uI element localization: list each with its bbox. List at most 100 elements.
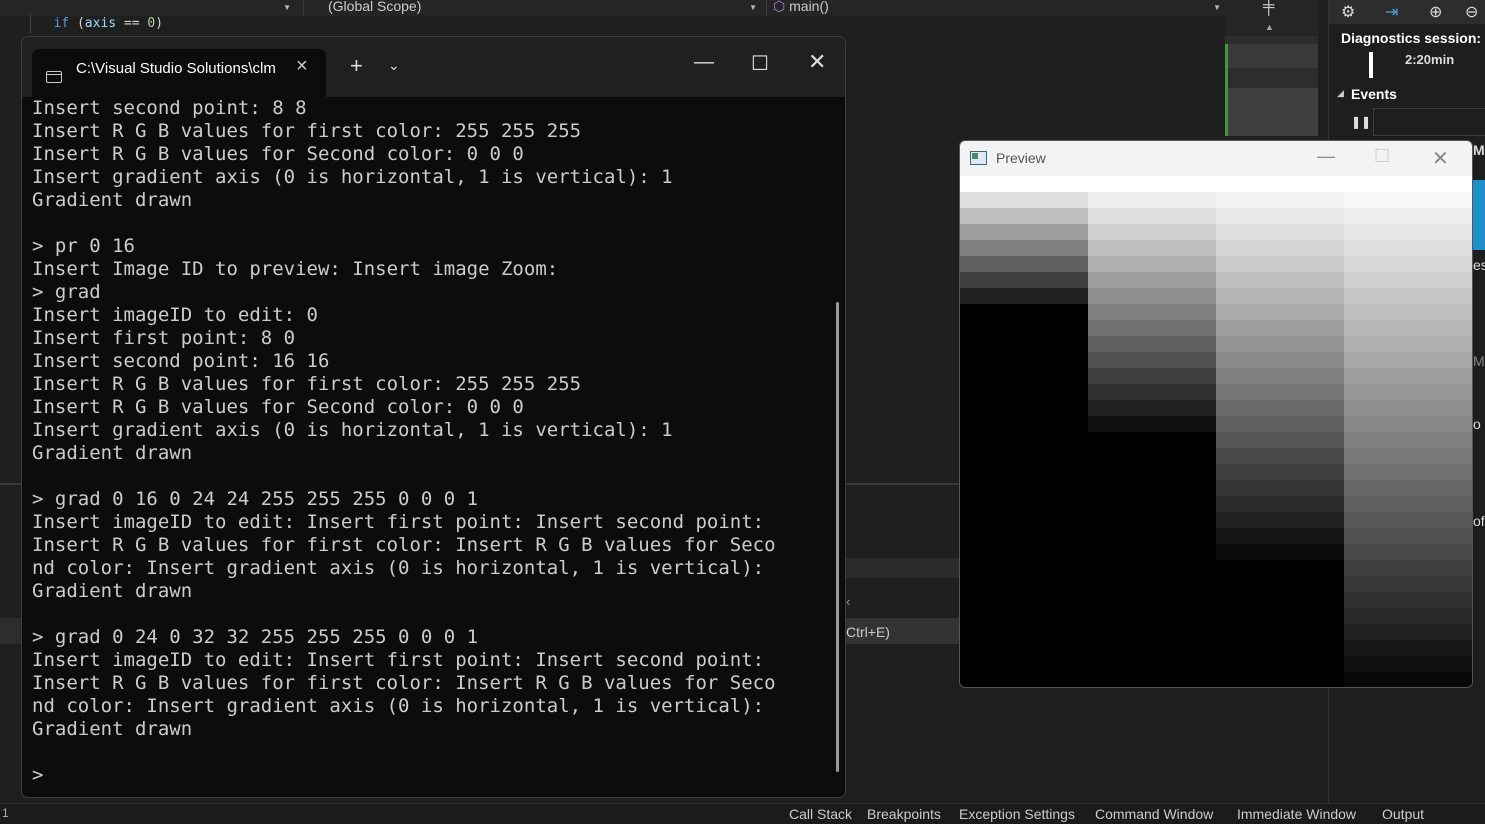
gradient-row: [1088, 368, 1216, 384]
minimize-button[interactable]: —: [1317, 146, 1335, 167]
terminal-line: >: [32, 764, 44, 786]
gradient-row: [1344, 352, 1472, 368]
gradient-row: [1216, 304, 1344, 320]
preview-title: Preview: [996, 150, 1046, 166]
gradient-row: [1344, 320, 1472, 336]
new-tab-button[interactable]: +: [350, 53, 363, 79]
gradient-row: [1344, 256, 1472, 272]
close-window-button[interactable]: ✕: [1432, 146, 1449, 171]
terminal-line: Insert R G B values for Second color: 0 …: [32, 143, 524, 165]
code-punct: (: [69, 16, 85, 31]
gradient-row: [960, 224, 1088, 240]
terminal-scrollbar[interactable]: [836, 302, 839, 772]
function-label: main(): [789, 0, 829, 14]
gradient-row: [1216, 400, 1344, 416]
scroll-up-icon[interactable]: ▲: [1265, 22, 1274, 32]
terminal-line: Insert R G B values for Second color: 0 …: [32, 396, 524, 418]
preview-window[interactable]: Preview — ☐ ✕: [959, 140, 1473, 688]
gear-icon[interactable]: ⚙: [1341, 2, 1355, 22]
collapse-triangle-icon[interactable]: ◢: [1337, 88, 1344, 99]
terminal-line: Gradient drawn: [32, 189, 193, 211]
gradient-row: [1216, 224, 1344, 240]
split-icon[interactable]: ╪: [1263, 0, 1274, 16]
gradient-row: [1216, 384, 1344, 400]
terminal-line: Gradient drawn: [32, 442, 193, 464]
gradient-row: [1216, 272, 1344, 288]
gradient-row: [1216, 432, 1344, 448]
gradient-row: [1216, 480, 1344, 496]
terminal-line: Gradient drawn: [32, 580, 193, 602]
gradient-row: [1216, 496, 1344, 512]
tab-breakpoints[interactable]: Breakpoints: [867, 806, 941, 822]
terminal-line: > pr 0 16: [32, 235, 135, 257]
cube-icon: ⬡: [773, 0, 786, 14]
close-icon[interactable]: ‹: [846, 594, 850, 609]
editor-navigation-bar: ▼ (Global Scope) ▼ ⬡ main() ▼: [0, 0, 1225, 16]
edge-text: of: [1473, 513, 1485, 529]
gradient-row: [1344, 576, 1472, 592]
chevron-down-icon[interactable]: ⌄: [388, 57, 400, 74]
gradient-row: [1344, 208, 1472, 224]
edge-text: M: [1473, 142, 1485, 158]
tab-output[interactable]: Output: [1382, 806, 1424, 822]
gradient-row: [1088, 320, 1216, 336]
scope-label: (Global Scope): [328, 0, 422, 14]
gradient-row: [1088, 400, 1216, 416]
function-dropdown[interactable]: ⬡ main() ▼: [766, 0, 1225, 16]
panel-header: [846, 558, 960, 578]
gradient-row: [1344, 272, 1472, 288]
gradient-row: [1344, 464, 1472, 480]
zoom-out-icon[interactable]: ⊖: [1465, 2, 1478, 22]
tab-command-window[interactable]: Command Window: [1095, 806, 1213, 822]
zoom-in-icon[interactable]: ⊕: [1429, 2, 1442, 22]
gradient-row: [1216, 256, 1344, 272]
terminal-output[interactable]: Insert second point: 8 8 Insert R G B val…: [32, 97, 822, 797]
terminal-window[interactable]: C:\Visual Studio Solutions\clm × + ⌄ — ☐…: [21, 36, 846, 798]
close-icon[interactable]: ×: [296, 55, 308, 78]
maximize-button[interactable]: ☐: [751, 51, 769, 76]
export-icon[interactable]: ⇥: [1385, 2, 1398, 22]
tab-immediate-window[interactable]: Immediate Window: [1237, 806, 1356, 822]
minimize-button[interactable]: —: [694, 51, 714, 74]
edge-text: es: [1473, 257, 1485, 273]
gradient-row: [1216, 416, 1344, 432]
gradient-row: [1088, 176, 1216, 192]
code-line[interactable]: if (axis == 0): [30, 16, 163, 36]
gradient-row: [1344, 608, 1472, 624]
panel-row: [0, 618, 22, 644]
gradient-row: [1344, 592, 1472, 608]
gradient-row: [1344, 448, 1472, 464]
gradient-row: [1216, 288, 1344, 304]
terminal-line: Insert R G B values for first color: Ins…: [32, 672, 776, 694]
close-window-button[interactable]: ✕: [808, 49, 826, 75]
terminal-titlebar[interactable]: C:\Visual Studio Solutions\clm × + ⌄ — ☐…: [22, 37, 845, 97]
terminal-tab[interactable]: C:\Visual Studio Solutions\clm ×: [32, 49, 326, 97]
scope-dropdown[interactable]: (Global Scope) ▼: [303, 0, 761, 16]
chevron-down-icon: ▼: [283, 3, 291, 12]
gradient-row: [1216, 240, 1344, 256]
code-variable: axis: [84, 16, 117, 31]
gradient-row: [1216, 176, 1344, 192]
gradient-row: [1344, 624, 1472, 640]
gradient-row: [1088, 416, 1216, 432]
line-number: 1: [2, 806, 9, 820]
preview-titlebar[interactable]: Preview — ☐ ✕: [960, 141, 1472, 176]
tab-call-stack[interactable]: Call Stack: [789, 806, 852, 822]
gradient-column: [1088, 176, 1216, 432]
gradient-row: [1088, 336, 1216, 352]
terminal-tab-title: C:\Visual Studio Solutions\clm: [76, 60, 276, 77]
editor-scroll-header: ╪ ▲: [1225, 0, 1318, 36]
divider: [846, 483, 960, 485]
tab-exception-settings[interactable]: Exception Settings: [959, 806, 1075, 822]
code-minimap[interactable]: [1225, 36, 1318, 136]
pause-icon[interactable]: ❚❚: [1351, 115, 1371, 129]
gradient-row: [1088, 256, 1216, 272]
maximize-button[interactable]: ☐: [1374, 146, 1390, 167]
gradient-row: [960, 192, 1088, 208]
gradient-row: [960, 240, 1088, 256]
terminal-line: Insert R G B values for first color: 255…: [32, 373, 582, 395]
project-dropdown[interactable]: ▼: [30, 0, 295, 16]
